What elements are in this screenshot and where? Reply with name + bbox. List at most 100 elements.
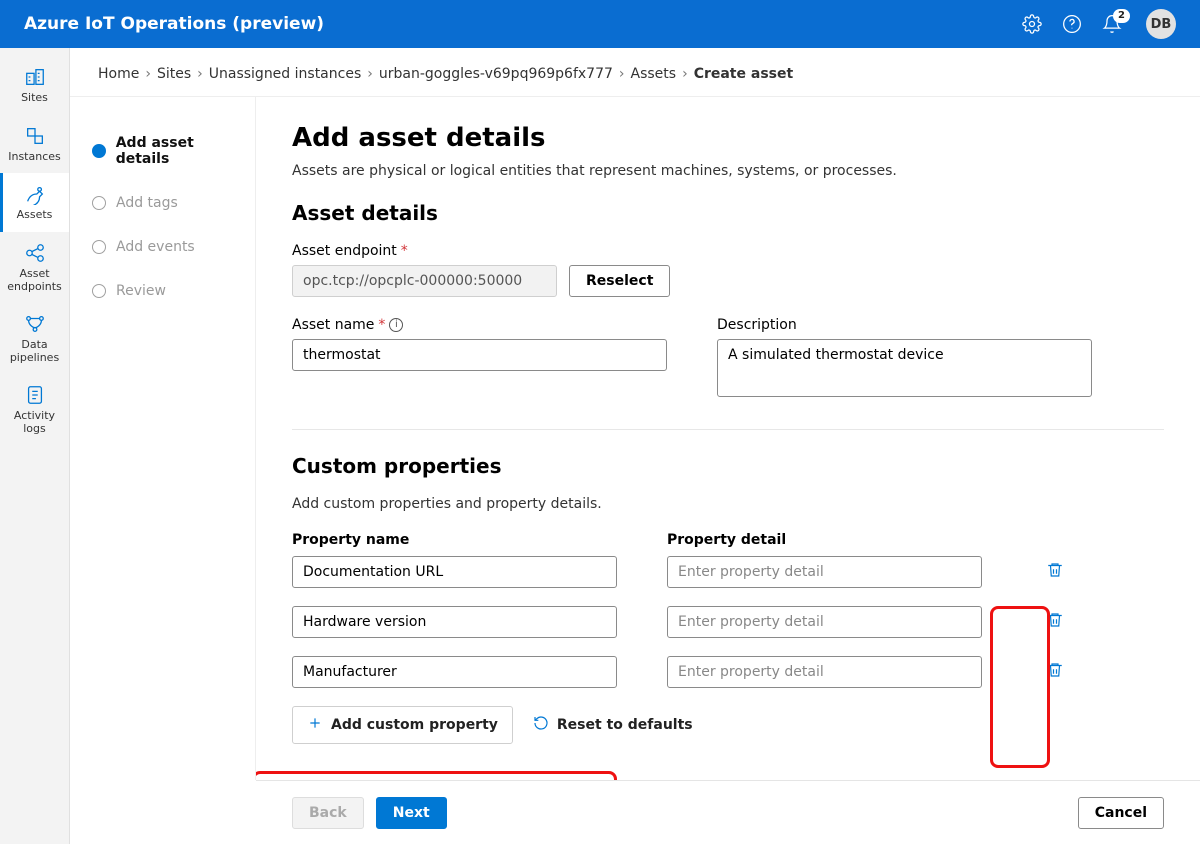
- trash-icon: [1046, 561, 1064, 579]
- gear-icon[interactable]: [1022, 14, 1042, 34]
- step-indicator-icon: [92, 284, 106, 298]
- wizard-step-label: Add asset details: [116, 135, 249, 167]
- add-custom-property-label: Add custom property: [331, 717, 498, 733]
- step-indicator-icon: [92, 196, 106, 210]
- chevron-right-icon: ›: [145, 66, 151, 82]
- page-title: Add asset details: [292, 123, 1164, 153]
- leftnav-item-activity-logs[interactable]: Activity logs: [0, 374, 69, 445]
- col-header-prop-detail: Property detail: [667, 532, 786, 548]
- instances-icon: [24, 125, 46, 147]
- bell-icon[interactable]: 2: [1102, 14, 1122, 34]
- leftnav: Sites Instances Assets Asset endpoints D…: [0, 48, 70, 844]
- chevron-right-icon: ›: [682, 66, 688, 82]
- breadcrumb-link[interactable]: Assets: [631, 66, 677, 82]
- activity-logs-icon: [24, 384, 46, 406]
- breadcrumb-link[interactable]: Unassigned instances: [209, 66, 362, 82]
- property-name-input[interactable]: [292, 556, 617, 588]
- property-name-input[interactable]: [292, 606, 617, 638]
- wizard-step-label: Review: [116, 283, 166, 299]
- custom-props-header: Property name Property detail: [292, 532, 1164, 548]
- leftnav-item-asset-endpoints[interactable]: Asset endpoints: [0, 232, 69, 303]
- back-button: Back: [292, 797, 364, 829]
- add-custom-property-button[interactable]: Add custom property: [292, 706, 513, 744]
- property-row: [292, 656, 1164, 688]
- step-indicator-icon: [92, 144, 106, 158]
- topbar: Azure IoT Operations (preview) 2 DB: [0, 0, 1200, 48]
- leftnav-label: Data pipelines: [4, 339, 65, 364]
- next-button[interactable]: Next: [376, 797, 447, 829]
- leftnav-label: Activity logs: [4, 410, 65, 435]
- leftnav-label: Instances: [8, 151, 61, 164]
- divider: [292, 429, 1164, 430]
- trash-icon: [1046, 661, 1064, 679]
- trash-icon: [1046, 611, 1064, 629]
- buildings-icon: [24, 66, 46, 88]
- leftnav-item-data-pipelines[interactable]: Data pipelines: [0, 303, 69, 374]
- form-area: Add asset details Assets are physical or…: [256, 97, 1200, 780]
- step-indicator-icon: [92, 240, 106, 254]
- page: Home › Sites › Unassigned instances › urban…: [70, 48, 1200, 844]
- assets-icon: [24, 183, 46, 205]
- asset-endpoint-input: [292, 265, 557, 297]
- required-indicator: *: [401, 243, 408, 259]
- notification-badge: 2: [1113, 9, 1130, 23]
- endpoint-label: Asset endpoint *: [292, 243, 1164, 259]
- chevron-right-icon: ›: [367, 66, 373, 82]
- custom-props-subtitle: Add custom properties and property detai…: [292, 496, 1164, 512]
- endpoints-icon: [24, 242, 46, 264]
- avatar[interactable]: DB: [1146, 9, 1176, 39]
- leftnav-item-assets[interactable]: Assets: [0, 173, 69, 232]
- page-subtitle: Assets are physical or logical entities …: [292, 163, 1164, 179]
- topbar-actions: 2 DB: [1022, 9, 1176, 39]
- breadcrumb: Home › Sites › Unassigned instances › urban…: [70, 48, 1200, 97]
- cancel-button[interactable]: Cancel: [1078, 797, 1164, 829]
- breadcrumb-link[interactable]: Home: [98, 66, 139, 82]
- wizard-step-review[interactable]: Review: [86, 269, 255, 313]
- leftnav-item-instances[interactable]: Instances: [0, 115, 69, 174]
- endpoint-label-text: Asset endpoint: [292, 243, 397, 259]
- wizard-step-label: Add events: [116, 239, 195, 255]
- reset-to-defaults-button[interactable]: Reset to defaults: [533, 715, 693, 735]
- property-name-input[interactable]: [292, 656, 617, 688]
- breadcrumb-link[interactable]: urban-goggles-v69pq969p6fx777: [379, 66, 613, 82]
- property-detail-input[interactable]: [667, 556, 982, 588]
- wizard-footer: Back Next Cancel: [256, 780, 1200, 844]
- pipelines-icon: [24, 313, 46, 335]
- asset-name-label: Asset name * i: [292, 317, 667, 333]
- wizard-step-tags[interactable]: Add tags: [86, 181, 255, 225]
- chevron-right-icon: ›: [619, 66, 625, 82]
- reset-icon: [533, 715, 549, 735]
- asset-name-input[interactable]: [292, 339, 667, 371]
- property-row: [292, 556, 1164, 588]
- app-title: Azure IoT Operations (preview): [24, 14, 1022, 34]
- wizard-step-details[interactable]: Add asset details: [86, 121, 255, 181]
- required-indicator: *: [378, 317, 385, 333]
- property-row: [292, 606, 1164, 638]
- delete-property-button[interactable]: [1046, 611, 1064, 633]
- reset-to-defaults-label: Reset to defaults: [557, 717, 693, 733]
- col-header-prop-name: Property name: [292, 532, 617, 548]
- description-input[interactable]: A simulated thermostat device: [717, 339, 1092, 397]
- description-label: Description: [717, 317, 1092, 333]
- wizard-step-label: Add tags: [116, 195, 178, 211]
- section-custom-props-heading: Custom properties: [292, 454, 1164, 478]
- breadcrumb-current: Create asset: [694, 66, 793, 82]
- breadcrumb-link[interactable]: Sites: [157, 66, 191, 82]
- wizard-step-events[interactable]: Add events: [86, 225, 255, 269]
- highlight-action-buttons: [256, 771, 617, 780]
- section-asset-details-heading: Asset details: [292, 201, 1164, 225]
- plus-icon: [307, 715, 323, 735]
- leftnav-label: Asset endpoints: [4, 268, 65, 293]
- leftnav-item-sites[interactable]: Sites: [0, 56, 69, 115]
- reselect-button[interactable]: Reselect: [569, 265, 670, 297]
- property-detail-input[interactable]: [667, 606, 982, 638]
- help-icon[interactable]: [1062, 14, 1082, 34]
- wizard-steps: Add asset details Add tags Add events Re…: [70, 97, 256, 780]
- leftnav-label: Sites: [21, 92, 48, 105]
- info-icon[interactable]: i: [389, 318, 403, 332]
- chevron-right-icon: ›: [197, 66, 203, 82]
- delete-property-button[interactable]: [1046, 661, 1064, 683]
- delete-property-button[interactable]: [1046, 561, 1064, 583]
- custom-props-actions: Add custom property Reset to defaults: [292, 706, 1164, 744]
- property-detail-input[interactable]: [667, 656, 982, 688]
